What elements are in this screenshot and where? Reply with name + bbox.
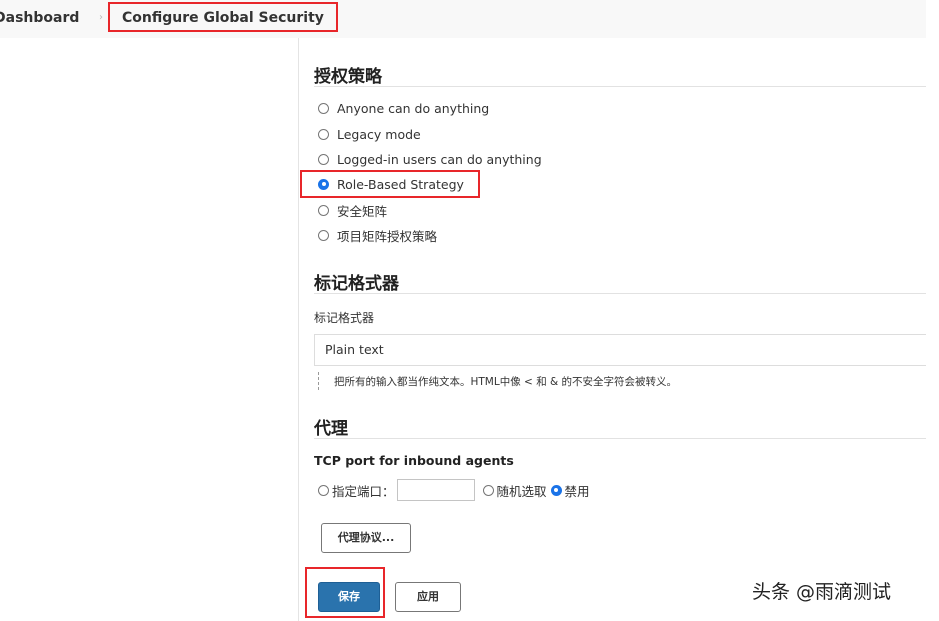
section-title-agents: 代理	[314, 419, 348, 439]
radio-logged-in-users[interactable]: Logged-in users can do anything	[318, 150, 542, 168]
watermark-text: 头条 @雨滴测试	[752, 581, 892, 603]
tcp-port-label: TCP port for inbound agents	[314, 453, 514, 468]
markup-formatter-label: 标记格式器	[314, 311, 375, 325]
radio-security-matrix[interactable]: 安全矩阵	[318, 201, 387, 219]
disable-port-label: 禁用	[564, 483, 590, 499]
help-marker	[318, 372, 320, 390]
section-divider	[314, 86, 926, 87]
save-button[interactable]: 保存	[318, 582, 380, 612]
section-divider	[314, 438, 926, 439]
breadcrumb: Dashboard › Configure Global Security	[0, 0, 926, 38]
radio-label: 安全矩阵	[337, 203, 388, 219]
radio-project-matrix[interactable]: 项目矩阵授权策略	[318, 226, 437, 244]
radio-checked-icon[interactable]	[318, 178, 329, 190]
random-port-label: 随机选取	[496, 483, 547, 499]
radio-circle-icon[interactable]	[318, 229, 329, 241]
radio-circle-icon[interactable]	[318, 102, 329, 114]
radio-fixed-port-icon[interactable]	[318, 484, 329, 496]
radio-label: Logged-in users can do anything	[337, 151, 542, 167]
radio-random-port-icon[interactable]	[482, 484, 494, 496]
breadcrumb-separator-icon: ›	[99, 12, 103, 23]
radio-label: Anyone can do anything	[337, 100, 490, 116]
breadcrumb-current-page[interactable]: Configure Global Security	[122, 10, 324, 26]
breadcrumb-dashboard-link[interactable]: Dashboard	[0, 10, 79, 26]
markup-formatter-select[interactable]: Plain text	[314, 334, 926, 366]
agent-protocols-button[interactable]: 代理协议...	[321, 523, 411, 553]
radio-circle-icon[interactable]	[318, 128, 329, 140]
fixed-port-input[interactable]	[396, 479, 475, 501]
radio-disable-port-icon[interactable]	[550, 484, 562, 496]
radio-label: 项目矩阵授权策略	[337, 228, 438, 244]
side-panel	[0, 38, 299, 621]
markup-formatter-help-text: 把所有的输入都当作纯文本。HTML中像 < 和 & 的不安全字符会被转义。	[334, 376, 678, 388]
radio-circle-icon[interactable]	[318, 204, 329, 216]
section-title-authorization: 授权策略	[314, 67, 382, 87]
radio-legacy-mode[interactable]: Legacy mode	[318, 125, 421, 143]
section-divider	[314, 293, 926, 294]
section-title-markup-formatter: 标记格式器	[314, 274, 399, 294]
apply-button[interactable]: 应用	[395, 582, 461, 612]
radio-anyone-can-do-anything[interactable]: Anyone can do anything	[318, 99, 489, 117]
radio-role-based-strategy[interactable]: Role-Based Strategy	[318, 175, 464, 193]
radio-label: Legacy mode	[337, 126, 421, 142]
radio-circle-icon[interactable]	[318, 153, 329, 165]
tcp-port-options: 指定端口： 随机选取 禁用	[318, 478, 590, 502]
fixed-port-label: 指定端口：	[332, 483, 395, 499]
radio-label: Role-Based Strategy	[337, 176, 464, 192]
